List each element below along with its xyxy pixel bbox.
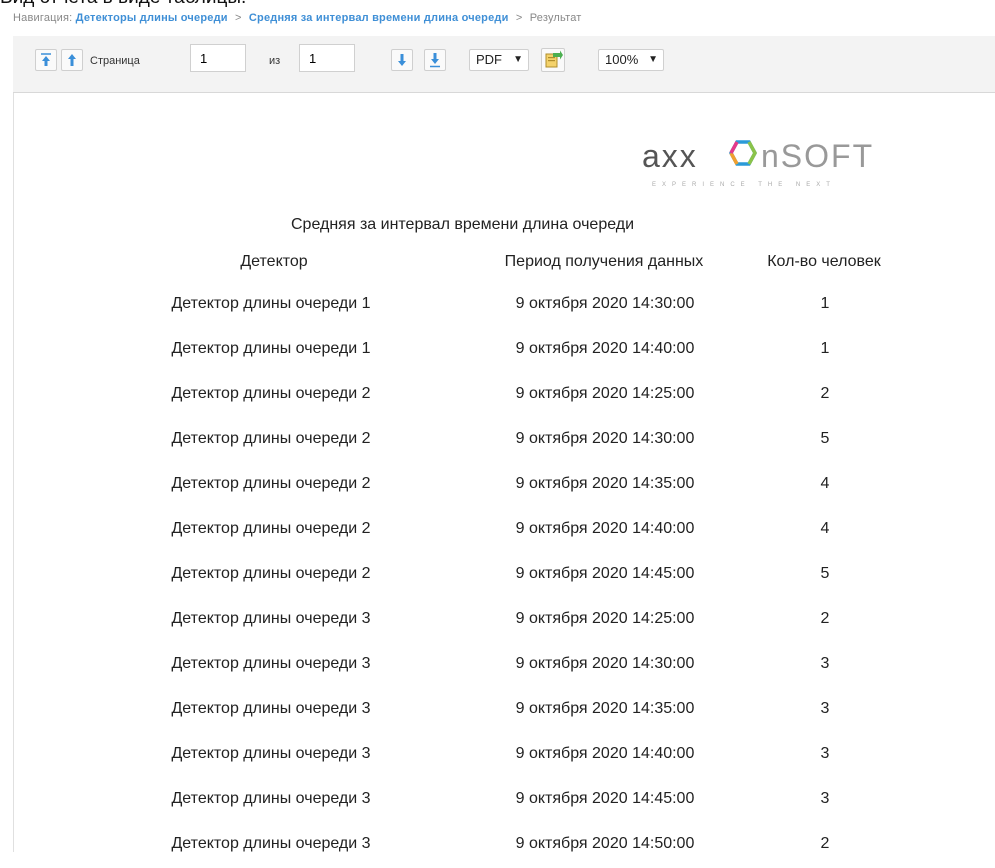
cell-count: 1	[820, 295, 830, 312]
table-row: Детектор длины очереди 3 9 октября 2020 1…	[14, 643, 995, 688]
table-row: Детектор длины очереди 3 9 октября 2020 1…	[14, 688, 995, 733]
column-header-detector: Детектор	[240, 253, 308, 270]
company-logo: axx nSOFT EXPERIENCE THE NEXT	[642, 133, 912, 193]
export-format-value: PDF	[476, 52, 502, 67]
breadcrumb-current: Результат	[529, 12, 582, 24]
cell-detector: Детектор длины очереди 2	[171, 565, 371, 582]
last-page-icon	[430, 53, 440, 68]
cell-detector: Детектор длины очереди 1	[171, 340, 371, 357]
table-row: Детектор длины очереди 2 9 октября 2020 1…	[14, 508, 995, 553]
cell-count: 3	[820, 655, 830, 672]
cell-detector: Детектор длины очереди 3	[171, 610, 371, 627]
table-row: Детектор длины очереди 2 9 октября 2020 1…	[14, 463, 995, 508]
cell-period: 9 октября 2020 14:30:00	[515, 430, 695, 447]
page-number-input[interactable]	[190, 44, 246, 72]
next-page-button[interactable]	[391, 49, 413, 71]
first-page-icon	[41, 53, 51, 66]
breadcrumb-link-avg-queue[interactable]: Средняя за интервал времени длина очеред…	[249, 12, 509, 24]
breadcrumb: Навигация: Детекторы длины очереди > Сре…	[13, 10, 995, 26]
cell-count: 2	[820, 610, 830, 627]
cell-period: 9 октября 2020 14:25:00	[515, 610, 695, 627]
report-table-body: Детектор длины очереди 1 9 октября 2020 1…	[14, 283, 995, 868]
table-row: Детектор длины очереди 3 9 октября 2020 1…	[14, 823, 995, 868]
last-page-button[interactable]	[424, 49, 446, 71]
report-toolbar: Страница из PDF ▼ 100% ▼	[13, 36, 995, 93]
table-row: Детектор длины очереди 2 9 октября 2020 1…	[14, 418, 995, 463]
table-row: Детектор длины очереди 2 9 октября 2020 1…	[14, 553, 995, 598]
column-header-count: Кол-во человек	[767, 253, 881, 270]
chevron-down-icon: ▼	[513, 54, 523, 65]
cell-count: 2	[820, 835, 830, 852]
prev-page-button[interactable]	[61, 49, 83, 71]
cell-period: 9 октября 2020 14:40:00	[515, 745, 695, 762]
cell-count: 1	[820, 340, 830, 357]
caption: Вид отчета в виде таблицы.	[0, 0, 500, 8]
breadcrumb-separator: >	[515, 12, 523, 24]
chevron-down-icon: ▼	[648, 54, 658, 65]
table-row: Детектор длины очереди 1 9 октября 2020 1…	[14, 283, 995, 328]
cell-count: 3	[820, 700, 830, 717]
cell-detector: Детектор длины очереди 3	[171, 745, 371, 762]
zoom-select[interactable]: 100% ▼	[598, 49, 664, 71]
table-row: Детектор длины очереди 2 9 октября 2020 1…	[14, 373, 995, 418]
table-row: Детектор длины очереди 3 9 октября 2020 1…	[14, 598, 995, 643]
cell-detector: Детектор длины очереди 2	[171, 520, 371, 537]
cell-count: 4	[820, 520, 830, 537]
next-page-icon	[398, 54, 406, 66]
cell-period: 9 октября 2020 14:40:00	[515, 340, 695, 357]
cell-detector: Детектор длины очереди 3	[171, 700, 371, 717]
cell-count: 3	[820, 790, 830, 807]
zoom-value: 100%	[605, 52, 639, 67]
cell-period: 9 октября 2020 14:50:00	[515, 835, 695, 852]
cell-detector: Детектор длины очереди 2	[171, 430, 371, 447]
cell-period: 9 октября 2020 14:30:00	[515, 295, 695, 312]
table-row: Детектор длины очереди 3 9 октября 2020 1…	[14, 778, 995, 823]
export-icon	[545, 50, 563, 68]
cell-period: 9 октября 2020 14:45:00	[515, 565, 695, 582]
cell-count: 2	[820, 385, 830, 402]
cell-detector: Детектор длины очереди 3	[171, 835, 371, 852]
cell-detector: Детектор длины очереди 3	[171, 790, 371, 807]
page-label: Страница	[90, 55, 140, 67]
cell-detector: Детектор длины очереди 2	[171, 385, 371, 402]
cell-detector: Детектор длины очереди 3	[171, 655, 371, 672]
cell-count: 5	[820, 430, 830, 447]
svg-text:EXPERIENCE THE NEXT: EXPERIENCE THE NEXT	[652, 182, 836, 188]
breadcrumb-prefix: Навигация:	[13, 12, 73, 24]
svg-text:nSOFT: nSOFT	[761, 138, 874, 174]
cell-period: 9 октября 2020 14:30:00	[515, 655, 695, 672]
table-row: Детектор длины очереди 3 9 октября 2020 1…	[14, 733, 995, 778]
report-title: Средняя за интервал времени длина очеред…	[291, 216, 635, 233]
cell-detector: Детектор длины очереди 2	[171, 475, 371, 492]
logo-mark: axx nSOFT EXPERIENCE THE NEXT	[642, 138, 874, 188]
cell-count: 5	[820, 565, 830, 582]
cell-detector: Детектор длины очереди 1	[171, 295, 371, 312]
cell-period: 9 октября 2020 14:35:00	[515, 475, 695, 492]
column-header-period: Период получения данных	[504, 253, 704, 270]
svg-text:axx: axx	[642, 138, 698, 174]
breadcrumb-link-queue-detectors[interactable]: Детекторы длины очереди	[76, 12, 228, 24]
total-pages-field	[299, 44, 355, 72]
export-format-select[interactable]: PDF ▼	[469, 49, 529, 71]
of-label: из	[269, 55, 281, 67]
prev-page-icon	[68, 54, 76, 66]
cell-period: 9 октября 2020 14:40:00	[515, 520, 695, 537]
table-row: Детектор длины очереди 1 9 октября 2020 1…	[14, 328, 995, 373]
cell-period: 9 октября 2020 14:35:00	[515, 700, 695, 717]
cell-period: 9 октября 2020 14:45:00	[515, 790, 695, 807]
first-page-button[interactable]	[35, 49, 57, 71]
export-button[interactable]	[541, 48, 565, 72]
cell-period: 9 октября 2020 14:25:00	[515, 385, 695, 402]
breadcrumb-separator: >	[234, 12, 242, 24]
cell-count: 4	[820, 475, 830, 492]
report-canvas: axx nSOFT EXPERIENCE THE NEXT Средняя за…	[13, 93, 995, 852]
cell-count: 3	[820, 745, 830, 762]
